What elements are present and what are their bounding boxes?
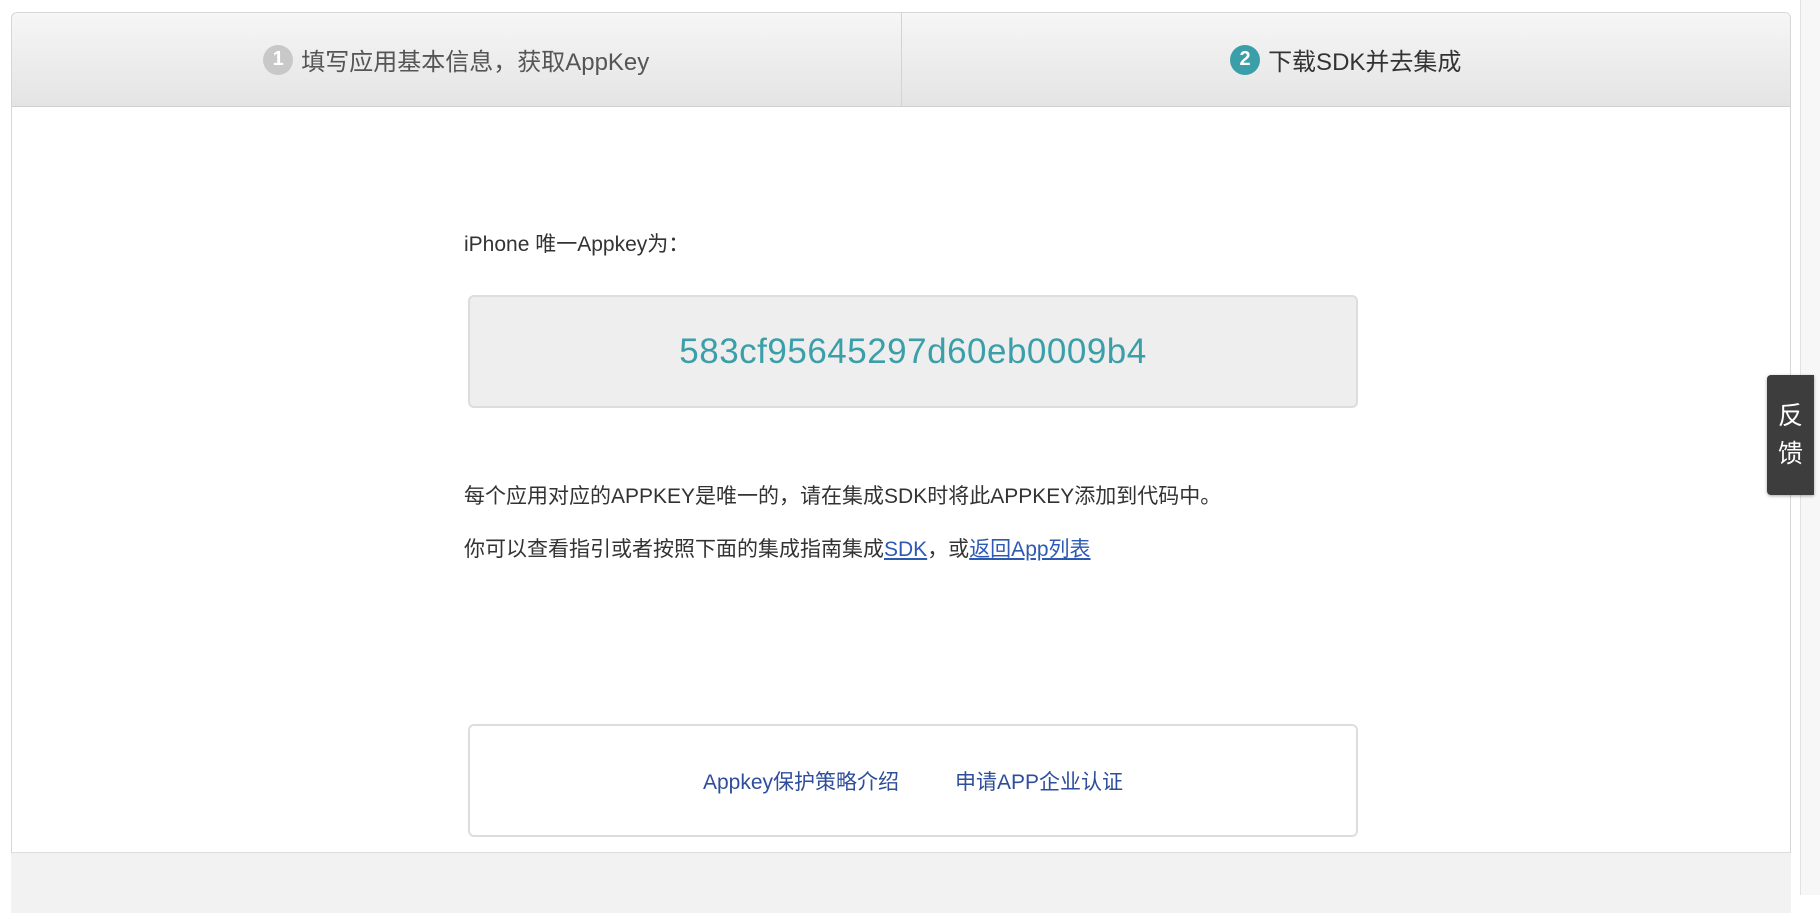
step-2[interactable]: 2 下载SDK并去集成 xyxy=(902,13,1791,106)
footer-band xyxy=(11,852,1791,913)
step-1[interactable]: 1 填写应用基本信息，获取AppKey xyxy=(12,13,902,106)
feedback-button[interactable]: 反 馈 xyxy=(1767,375,1814,495)
appkey-value: 583cf95645297d60eb0009b4 xyxy=(679,331,1147,371)
description-separator: ，或 xyxy=(927,538,970,561)
step-2-label: 下载SDK并去集成 xyxy=(1268,49,1462,76)
feedback-char-1: 反 xyxy=(1777,402,1803,430)
step-1-number: 1 xyxy=(263,44,294,75)
back-to-app-list-link[interactable]: 返回App列表 xyxy=(969,538,1090,561)
feedback-char-2: 馈 xyxy=(1777,440,1803,468)
step-2-number: 2 xyxy=(1230,44,1261,75)
appkey-label: iPhone 唯一Appkey为： xyxy=(464,233,690,256)
main-panel: 1 填写应用基本信息，获取AppKey 2 下载SDK并去集成 iPhone 唯… xyxy=(11,12,1791,912)
step-1-label: 填写应用基本信息，获取AppKey xyxy=(301,49,650,76)
description-line-2-text: 你可以查看指引或者按照下面的集成指南集成 xyxy=(464,538,884,561)
description-line-1: 每个应用对应的APPKEY是唯一的，请在集成SDK时将此APPKEY添加到代码中… xyxy=(464,485,1222,508)
enterprise-certify-link[interactable]: 申请APP企业认证 xyxy=(955,766,1123,796)
description-line-2: 你可以查看指引或者按照下面的集成指南集成SDK，或返回App列表 xyxy=(464,533,1091,563)
step-header: 1 填写应用基本信息，获取AppKey 2 下载SDK并去集成 xyxy=(12,13,1790,107)
sdk-link[interactable]: SDK xyxy=(884,538,927,561)
links-box: Appkey保护策略介绍 申请APP企业认证 xyxy=(468,724,1358,837)
appkey-policy-link[interactable]: Appkey保护策略介绍 xyxy=(703,766,899,796)
appkey-box: 583cf95645297d60eb0009b4 xyxy=(468,295,1358,408)
